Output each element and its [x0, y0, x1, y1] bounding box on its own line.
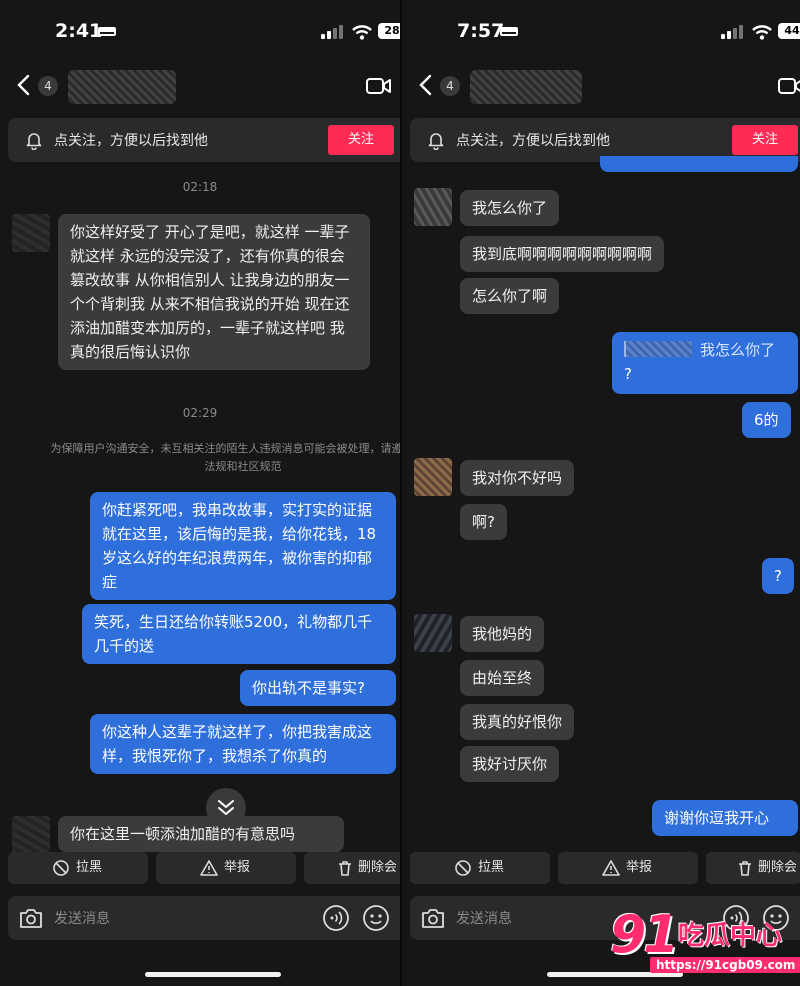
status-time: 2:41 — [55, 20, 103, 42]
delete-conversation-button[interactable]: 删除会 — [706, 852, 800, 884]
watermark-url: https://91cgb09.com — [650, 957, 800, 973]
incoming-message: 由始至终 — [460, 660, 545, 696]
site-watermark: 91 吃瓜中心 https://91cgb09.com — [610, 905, 800, 980]
trash-icon — [739, 861, 751, 876]
follow-button[interactable]: 关注 — [328, 125, 394, 155]
contact-avatar[interactable] — [414, 188, 452, 226]
block-button[interactable]: 拉黑 — [8, 852, 148, 884]
bell-icon — [26, 133, 42, 150]
outgoing-message-partial — [600, 156, 798, 172]
camera-icon[interactable] — [420, 906, 446, 930]
report-button[interactable]: 举报 — [558, 852, 698, 884]
incoming-message: 我到底啊啊啊啊啊啊啊啊啊 — [460, 236, 665, 272]
follow-prompt-text: 点关注，方便以后找到他 — [54, 133, 208, 149]
warning-icon — [602, 860, 620, 876]
back-chevron-icon[interactable] — [16, 74, 32, 96]
battery-indicator: 44 — [778, 23, 800, 39]
report-label: 举报 — [224, 860, 251, 875]
contact-avatar[interactable] — [414, 614, 452, 652]
video-call-icon[interactable] — [366, 77, 392, 95]
chat-action-row: 拉黑 举报 删除会 — [0, 852, 400, 886]
block-icon — [455, 860, 471, 876]
sleep-focus-icon — [98, 27, 116, 36]
message-input-bar: 发送消息 — [8, 896, 400, 940]
status-bar: 7:57 44 — [402, 0, 800, 60]
follow-button[interactable]: 关注 — [732, 125, 798, 155]
incoming-message: 我他妈的 — [460, 616, 545, 652]
outgoing-message: 笑死，生日还给你转账5200，礼物都几千几千的送 — [82, 604, 396, 664]
message-input[interactable]: 发送消息 — [54, 908, 110, 928]
incoming-message: 你这样好受了 开心了是吧，就这样 一辈子就这样 永远的没完没了，还有你真的很会篡… — [58, 214, 370, 370]
outgoing-message: 你出轨不是事实? — [240, 670, 396, 706]
bell-icon — [428, 133, 444, 150]
block-label: 拉黑 — [76, 860, 103, 875]
status-time: 7:57 — [457, 20, 505, 42]
contact-avatar[interactable] — [414, 458, 452, 496]
blurred-contact-name[interactable] — [470, 70, 582, 104]
incoming-message: 我真的好恨你 — [460, 704, 575, 740]
delete-conversation-button[interactable]: 删除会 — [304, 852, 400, 884]
outgoing-message: 6的 — [742, 402, 791, 438]
camera-icon[interactable] — [18, 906, 44, 930]
incoming-message: 你在这里一顿添油加醋的有意思吗 — [58, 816, 344, 852]
follow-prompt-text: 点关注，方便以后找到他 — [456, 133, 610, 149]
watermark-number: 91 — [610, 905, 679, 965]
wifi-icon — [752, 25, 772, 40]
block-label: 拉黑 — [478, 860, 505, 875]
incoming-message: 怎么你了啊 — [460, 278, 560, 314]
wifi-icon — [352, 25, 372, 40]
watermark-name: 吃瓜中心 — [678, 921, 783, 951]
outgoing-message: 你赶紧死吧，我串改故事，实打实的证据就在这里，该后悔的是我，给你花钱，18岁这么… — [90, 492, 396, 600]
report-button[interactable]: 举报 — [156, 852, 296, 884]
quoted-reply-message: 我怎么你了 ? — [612, 332, 798, 394]
block-button[interactable]: 拉黑 — [410, 852, 550, 884]
chat-action-row: 拉黑 举报 删除会 — [402, 852, 800, 886]
reply-quote: 我怎么你了 — [624, 338, 786, 362]
outgoing-message: 谢谢你逗我开心 — [652, 800, 798, 836]
left-chat-screenshot: 2:41 28 4 点关注，方便以后找到他 关注 02:18 你这样好受了 开心… — [0, 0, 400, 986]
chat-header: 4 — [402, 62, 800, 110]
follow-banner: 点关注，方便以后找到他 关注 — [8, 118, 400, 162]
safety-notice: 为保障用户沟通安全，未互相关注的陌生人违规消息可能会被处理，请遵守法律法规和社区… — [50, 442, 401, 473]
cellular-signal-icon — [321, 25, 345, 39]
incoming-message: 我怎么你了 — [460, 190, 560, 226]
trash-icon — [339, 861, 351, 876]
emoji-icon[interactable] — [362, 904, 390, 932]
video-call-icon[interactable] — [778, 77, 800, 95]
delete-label: 删除会 — [358, 860, 398, 875]
contact-avatar[interactable] — [12, 214, 50, 252]
scroll-to-bottom-icon[interactable] — [206, 788, 246, 828]
battery-indicator: 28 — [378, 23, 400, 39]
reply-text: ? — [624, 365, 632, 383]
delete-label: 删除会 — [758, 860, 798, 875]
right-chat-screenshot: 7:57 44 4 点关注，方便以后找到他 关注 我怎么你了 我到底啊啊啊啊啊啊… — [402, 0, 800, 986]
message-input[interactable]: 发送消息 — [456, 908, 512, 928]
reply-quote-text: 我怎么你了 — [700, 341, 776, 359]
outgoing-message: 你这种人这辈子就这样了，你把我害成这样，我恨死你了，我想杀了你真的 — [90, 714, 396, 774]
cellular-signal-icon — [721, 25, 745, 39]
outgoing-message: ? — [762, 558, 794, 594]
voice-message-icon[interactable] — [322, 904, 350, 932]
message-list[interactable]: 02:18 你这样好受了 开心了是吧，就这样 一辈子就这样 永远的没完没了，还有… — [0, 162, 401, 854]
message-timestamp: 02:18 — [182, 180, 218, 194]
report-label: 举报 — [626, 860, 653, 875]
blurred-contact-name[interactable] — [68, 70, 176, 104]
incoming-message: 我对你不好吗 — [460, 460, 575, 496]
chat-header: 4 — [0, 62, 400, 110]
incoming-message: 啊? — [460, 504, 507, 540]
unread-count-badge: 4 — [440, 76, 460, 96]
incoming-message: 我好讨厌你 — [460, 746, 560, 782]
block-icon — [53, 860, 69, 876]
message-list[interactable]: 我怎么你了 我到底啊啊啊啊啊啊啊啊啊 怎么你了啊 我怎么你了 ? 6的 我对你不… — [402, 156, 800, 836]
blurred-quote-author — [624, 341, 692, 357]
status-bar: 2:41 28 — [0, 0, 400, 60]
unread-count-badge: 4 — [38, 76, 58, 96]
back-chevron-icon[interactable] — [418, 74, 434, 96]
warning-icon — [200, 860, 218, 876]
sleep-focus-icon — [500, 27, 518, 36]
message-timestamp: 02:29 — [182, 406, 218, 420]
contact-avatar[interactable] — [12, 816, 50, 854]
home-indicator — [145, 972, 281, 977]
